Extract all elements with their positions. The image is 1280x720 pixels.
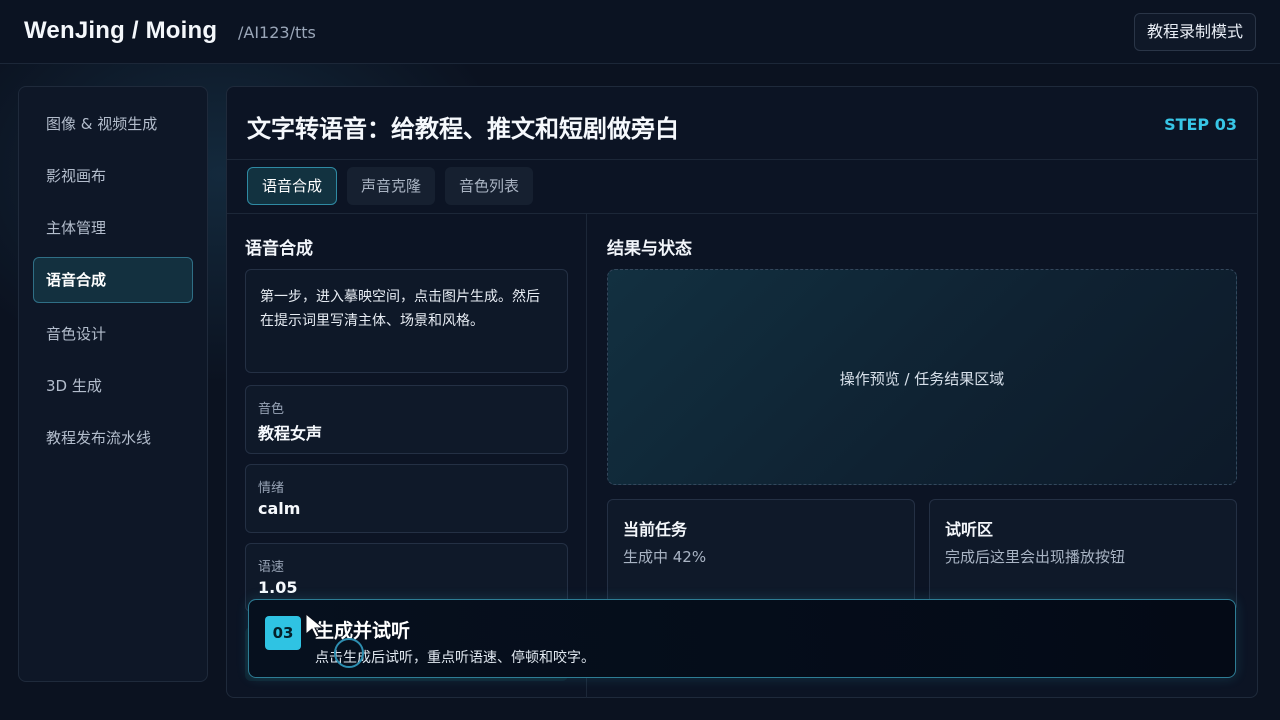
- sidebar-item-tutorial-pipeline[interactable]: 教程发布流水线: [33, 415, 193, 461]
- emotion-select[interactable]: 情绪 calm: [245, 464, 568, 533]
- sidebar-item-image-video[interactable]: 图像 & 视频生成: [33, 101, 193, 147]
- script-text-input[interactable]: 第一步，进入摹映空间，点击图片生成。然后在提示词里写清主体、场景和风格。: [245, 269, 568, 373]
- emotion-label: 情绪: [258, 481, 285, 496]
- brand-title: WenJing / Moing: [24, 17, 218, 44]
- sidebar: 图像 & 视频生成 影视画布 主体管理 语音合成 音色设计 3D 生成 教程发布…: [18, 86, 208, 682]
- sidebar-item-film-canvas[interactable]: 影视画布: [33, 153, 193, 199]
- tab-speech-synthesis[interactable]: 语音合成: [247, 167, 338, 205]
- current-task-status: 生成中 42%: [623, 548, 707, 566]
- speed-value: 1.05: [258, 578, 298, 597]
- listen-card: 试听区 完成后这里会出现播放按钮: [929, 499, 1237, 611]
- sidebar-item-speech-synthesis[interactable]: 语音合成: [33, 257, 193, 303]
- voice-select[interactable]: 音色 教程女声: [245, 385, 568, 454]
- speed-label: 语速: [258, 560, 285, 575]
- current-task-title: 当前任务: [623, 520, 688, 539]
- step-indicator: STEP 03: [1164, 115, 1237, 134]
- tab-voice-clone[interactable]: 声音克隆: [347, 167, 436, 205]
- emotion-value: calm: [258, 499, 301, 518]
- sidebar-item-subject-management[interactable]: 主体管理: [33, 205, 193, 251]
- current-task-card: 当前任务 生成中 42%: [607, 499, 915, 611]
- page-title: 文字转语音：给教程、推文和短剧做旁白: [247, 115, 679, 143]
- preview-placeholder-text: 操作预览 / 任务结果区域: [839, 370, 1005, 388]
- click-indicator-ring: [334, 638, 364, 668]
- result-section-title: 结果与状态: [607, 239, 692, 259]
- route-path: /AI123/tts: [238, 23, 316, 42]
- tutorial-record-mode-button[interactable]: 教程录制模式: [1133, 13, 1256, 51]
- listen-placeholder: 完成后这里会出现播放按钮: [945, 548, 1126, 566]
- tutorial-tip-overlay: 03 生成并试听 点击生成后试听，重点听语速、停顿和咬字。: [248, 599, 1236, 678]
- divider: [227, 159, 1257, 160]
- sidebar-item-voice-design[interactable]: 音色设计: [33, 311, 193, 357]
- voice-label: 音色: [258, 402, 285, 417]
- result-preview-area: 操作预览 / 任务结果区域: [607, 269, 1237, 485]
- divider: [227, 213, 1257, 214]
- listen-title: 试听区: [945, 520, 994, 539]
- voice-value: 教程女声: [258, 424, 323, 443]
- synthesis-section-title: 语音合成: [245, 239, 313, 259]
- top-bar: WenJing / Moing /AI123/tts 教程录制模式: [0, 0, 1280, 64]
- tab-voice-list[interactable]: 音色列表: [445, 167, 534, 205]
- step-number-badge: 03: [265, 616, 301, 650]
- sidebar-item-3d-generation[interactable]: 3D 生成: [33, 363, 193, 409]
- mouse-pointer-icon: [305, 612, 325, 638]
